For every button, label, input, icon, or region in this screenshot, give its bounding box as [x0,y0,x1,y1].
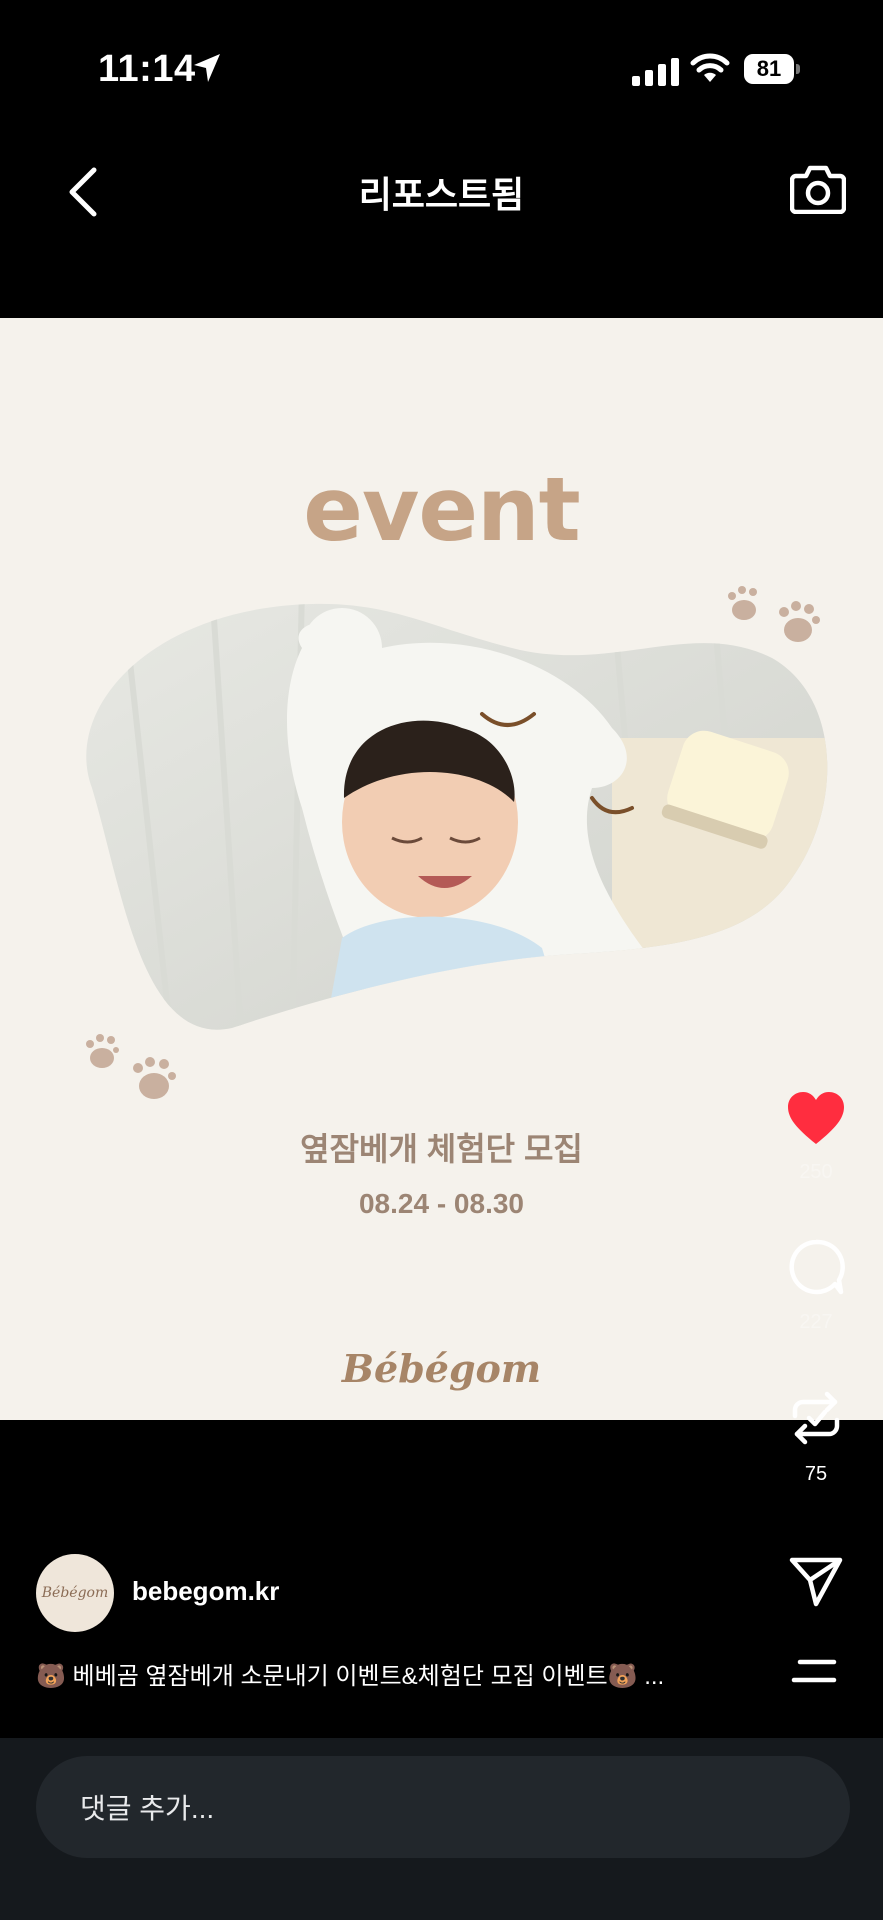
like-count: 250 [799,1161,833,1183]
comment-placeholder: 댓글 추가... [80,1793,215,1824]
comment-count: 227 [799,1311,833,1333]
page-title: 리포스트됨 [358,174,525,215]
menu-icon[interactable] [790,1656,838,1691]
event-title: 옆잠베개 체험단 모집 [300,1131,583,1167]
avatar[interactable]: Bébégom [36,1554,114,1632]
baby-pillow-photo [52,588,832,1053]
username[interactable]: bebegom.kr [132,1576,279,1607]
comment-bubble-icon[interactable] [787,1238,845,1301]
paw-print-icon [80,1030,190,1115]
send-icon[interactable] [788,1554,844,1613]
wifi-icon [690,52,730,89]
battery-icon: 81 [744,54,802,84]
event-dates: 08.24 - 08.30 [358,1188,525,1219]
comment-input[interactable]: 댓글 추가... [36,1756,850,1858]
post-caption[interactable]: 🐻 베베곰 옆잠베개 소문내기 이벤트&체험단 모집 이벤트🐻 ... [36,1656,716,1691]
avatar-logo-text: Bébégom [41,1585,109,1601]
battery-level: 81 [744,54,794,84]
event-heading: event [303,458,580,561]
brand-logo: Bébégom [341,1346,542,1391]
repost-icon[interactable] [787,1388,845,1453]
camera-icon[interactable] [789,162,847,219]
post-image[interactable]: event 옆잠베개 체험단 모집 08.24 - 08.30 Bébégom [0,318,883,1420]
location-arrow-icon [192,52,222,89]
comment-action[interactable]: 227 [776,1238,856,1334]
repost-action[interactable]: 75 [776,1388,856,1486]
heart-icon[interactable] [786,1090,846,1151]
status-time: 11:14 [98,48,196,90]
cellular-signal-icon [632,56,679,86]
repost-count: 75 [804,1463,828,1485]
share-action[interactable] [776,1554,856,1613]
like-action[interactable]: 250 [776,1090,856,1184]
